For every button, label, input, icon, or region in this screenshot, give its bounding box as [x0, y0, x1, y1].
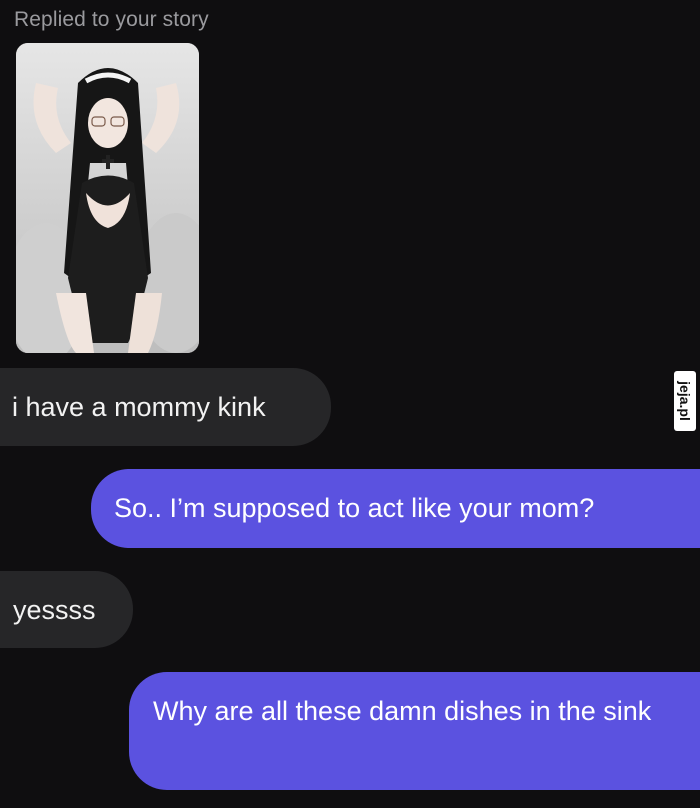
message-bubble-outgoing[interactable]: Why are all these damn dishes in the sin…: [129, 672, 700, 790]
story-thumbnail[interactable]: [16, 43, 199, 353]
message-bubble-incoming[interactable]: i have a mommy kink: [0, 368, 331, 446]
chat-screen: Replied to your story i have a mommy kin…: [0, 0, 700, 808]
message-bubble-outgoing[interactable]: So.. I’m supposed to act like your mom?: [91, 469, 700, 548]
story-reply-caption: Replied to your story: [14, 8, 209, 31]
story-image: [16, 43, 199, 353]
watermark-logo: jeja.pl: [674, 371, 696, 431]
watermark-text: jeja.pl: [677, 381, 693, 421]
message-bubble-incoming[interactable]: yessss: [0, 571, 133, 648]
